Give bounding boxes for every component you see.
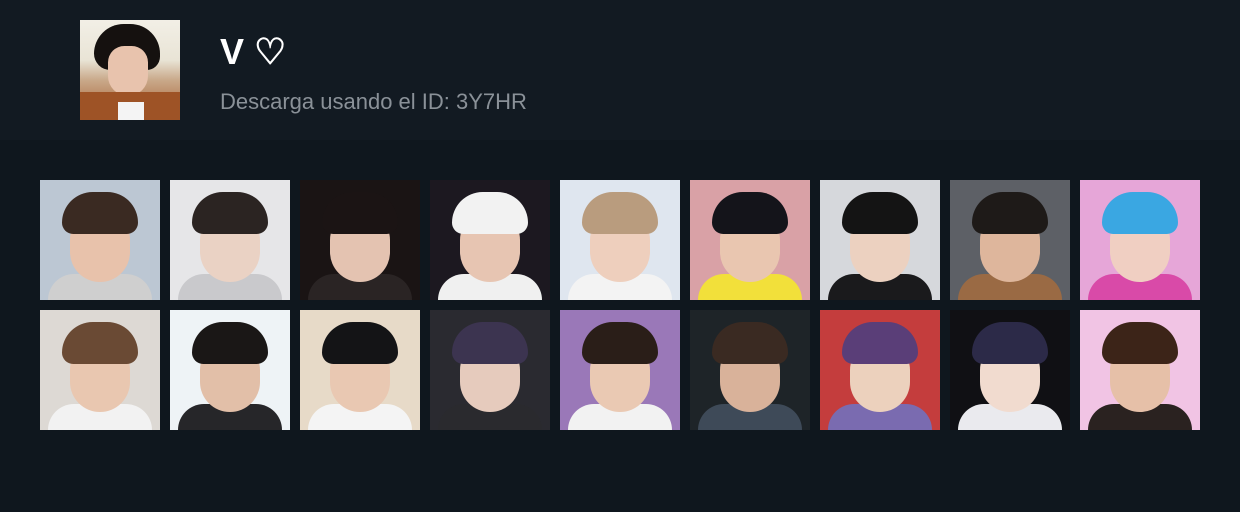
sticker-figure-hair — [712, 322, 788, 364]
sticker-figure-hair — [582, 322, 658, 364]
sticker-thumbnail[interactable] — [170, 180, 290, 300]
sticker-figure-hair — [322, 322, 398, 364]
pack-download-id: Descarga usando el ID: 3Y7HR — [220, 89, 527, 114]
sticker-thumbnail[interactable] — [300, 310, 420, 430]
sticker-figure-hair — [192, 322, 268, 364]
sticker-figure-hair — [192, 192, 268, 234]
sticker-thumbnail[interactable] — [300, 180, 420, 300]
sticker-thumbnail[interactable] — [560, 180, 680, 300]
sticker-thumbnail[interactable] — [820, 310, 940, 430]
sticker-figure-hair — [712, 192, 788, 234]
sticker-thumbnail[interactable] — [1080, 180, 1200, 300]
sticker-thumbnail[interactable] — [40, 310, 160, 430]
pack-cover-image — [80, 20, 180, 120]
sticker-figure-hair — [1102, 192, 1178, 234]
sticker-thumbnail[interactable] — [430, 180, 550, 300]
sticker-figure-hair — [1102, 322, 1178, 364]
sticker-figure-hair — [452, 192, 528, 234]
sticker-thumbnail[interactable] — [950, 180, 1070, 300]
sticker-figure-hair — [972, 192, 1048, 234]
sticker-grid — [40, 180, 1200, 430]
sticker-figure-hair — [452, 322, 528, 364]
sticker-thumbnail[interactable] — [560, 310, 680, 430]
sticker-figure-hair — [842, 322, 918, 364]
sticker-figure-hair — [62, 192, 138, 234]
sticker-thumbnail[interactable] — [820, 180, 940, 300]
sticker-thumbnail[interactable] — [1080, 310, 1200, 430]
sticker-thumbnail[interactable] — [430, 310, 550, 430]
pack-header: V ♡ Descarga usando el ID: 3Y7HR — [0, 0, 1240, 140]
sticker-thumbnail[interactable] — [40, 180, 160, 300]
sticker-figure-hair — [62, 322, 138, 364]
sticker-thumbnail[interactable] — [690, 180, 810, 300]
sticker-thumbnail[interactable] — [170, 310, 290, 430]
sticker-figure-hair — [582, 192, 658, 234]
sticker-figure-hair — [842, 192, 918, 234]
sticker-figure-hair — [322, 192, 398, 234]
sticker-thumbnail[interactable] — [950, 310, 1070, 430]
pack-title: V ♡ — [220, 31, 287, 72]
sticker-figure-hair — [972, 322, 1048, 364]
sticker-thumbnail[interactable] — [690, 310, 810, 430]
